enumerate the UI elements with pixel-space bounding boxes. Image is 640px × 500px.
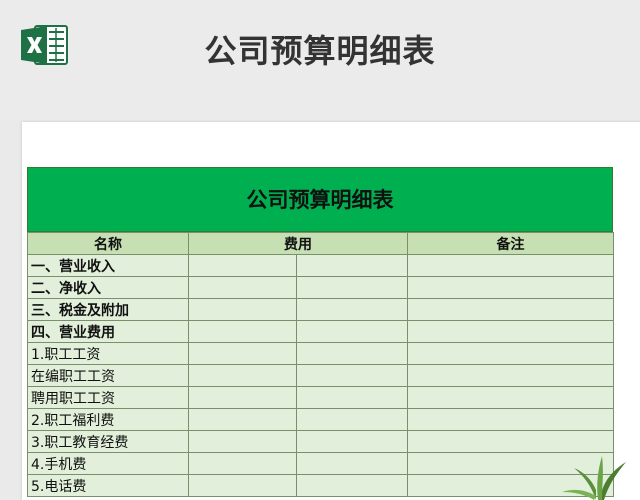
cell-cost-a[interactable] <box>188 386 297 409</box>
cell-cost-a[interactable] <box>188 298 297 321</box>
cell-cost-a[interactable] <box>188 276 297 299</box>
cell-remark[interactable] <box>407 386 614 409</box>
column-header-cost[interactable]: 费用 <box>188 232 408 255</box>
cell-cost-b[interactable] <box>296 298 408 321</box>
table-row: 在编职工工资 <box>27 364 614 387</box>
table-row: 3.职工教育经费 <box>27 430 614 453</box>
cell-cost-a[interactable] <box>188 452 297 475</box>
page-title: 公司预算明细表 <box>204 32 436 70</box>
plant-icon <box>562 456 626 500</box>
cell-remark[interactable] <box>407 408 614 431</box>
cell-name[interactable]: 5.电话费 <box>27 474 189 497</box>
spreadsheet-sheet: 公司预算明细表 名称 费用 备注 一、营业收入 二、净收入 三、税金及附加 四、营业费… <box>22 122 640 500</box>
cell-cost-b[interactable] <box>296 452 408 475</box>
cell-name[interactable]: 一、营业收入 <box>27 254 189 277</box>
cell-cost-b[interactable] <box>296 276 408 299</box>
cell-cost-a[interactable] <box>188 408 297 431</box>
cell-cost-a[interactable] <box>188 342 297 365</box>
cell-name[interactable]: 在编职工工资 <box>27 364 189 387</box>
table-row: 2.职工福利费 <box>27 408 614 431</box>
cell-cost-b[interactable] <box>296 474 408 497</box>
page-header: 公司预算明细表 <box>0 0 640 120</box>
column-header-remark[interactable]: 备注 <box>407 232 614 255</box>
cell-cost-a[interactable] <box>188 320 297 343</box>
column-header-name[interactable]: 名称 <box>27 232 189 255</box>
cell-remark[interactable] <box>407 320 614 343</box>
cell-remark[interactable] <box>407 254 614 277</box>
cell-cost-b[interactable] <box>296 386 408 409</box>
cell-name[interactable]: 二、净收入 <box>27 276 189 299</box>
cell-name[interactable]: 四、营业费用 <box>27 320 189 343</box>
cell-name[interactable]: 1.职工工资 <box>27 342 189 365</box>
cell-cost-a[interactable] <box>188 254 297 277</box>
budget-table: 名称 费用 备注 一、营业收入 二、净收入 三、税金及附加 四、营业费用 1.职工工资在… <box>27 232 614 497</box>
cell-name[interactable]: 4.手机费 <box>27 452 189 475</box>
table-row: 5.电话费 <box>27 474 614 497</box>
cell-cost-b[interactable] <box>296 408 408 431</box>
table-row: 聘用职工工资 <box>27 386 614 409</box>
cell-remark[interactable] <box>407 276 614 299</box>
cell-name[interactable]: 2.职工福利费 <box>27 408 189 431</box>
table-row: 4.手机费 <box>27 452 614 475</box>
table-header-row: 名称 费用 备注 <box>27 232 614 255</box>
table-row: 1.职工工资 <box>27 342 614 365</box>
cell-remark[interactable] <box>407 430 614 453</box>
cell-cost-b[interactable] <box>296 364 408 387</box>
table-title: 公司预算明细表 <box>27 167 613 232</box>
cell-name[interactable]: 聘用职工工资 <box>27 386 189 409</box>
cell-cost-b[interactable] <box>296 342 408 365</box>
cell-cost-a[interactable] <box>188 474 297 497</box>
cell-name[interactable]: 三、税金及附加 <box>27 298 189 321</box>
cell-cost-b[interactable] <box>296 254 408 277</box>
table-row: 一、营业收入 <box>27 254 614 277</box>
table-row: 三、税金及附加 <box>27 298 614 321</box>
cell-remark[interactable] <box>407 298 614 321</box>
table-row: 二、净收入 <box>27 276 614 299</box>
table-row: 四、营业费用 <box>27 320 614 343</box>
cell-cost-b[interactable] <box>296 430 408 453</box>
cell-cost-a[interactable] <box>188 364 297 387</box>
cell-name[interactable]: 3.职工教育经费 <box>27 430 189 453</box>
cell-remark[interactable] <box>407 342 614 365</box>
cell-remark[interactable] <box>407 364 614 387</box>
cell-cost-a[interactable] <box>188 430 297 453</box>
cell-cost-b[interactable] <box>296 320 408 343</box>
